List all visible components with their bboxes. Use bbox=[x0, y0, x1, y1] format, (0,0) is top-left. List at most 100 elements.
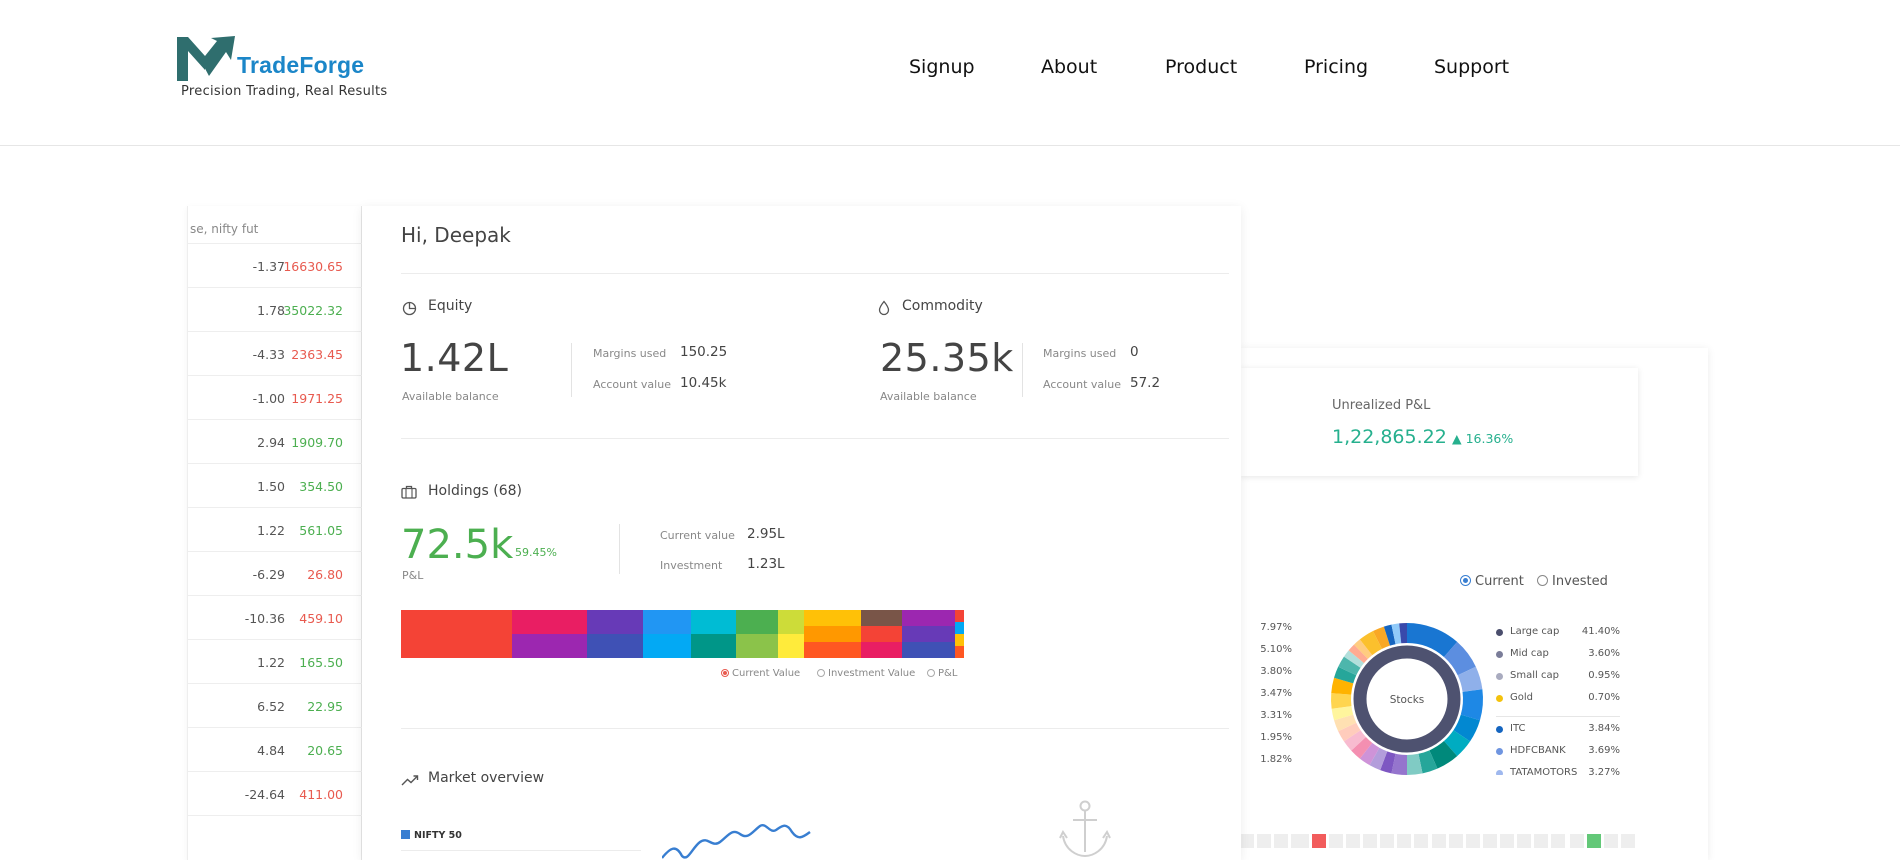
nifty-legend: NIFTY 50 bbox=[401, 830, 462, 841]
watchlist-price: 411.00 bbox=[299, 787, 343, 802]
legend-dot-icon bbox=[1496, 726, 1503, 733]
donut-segment bbox=[1383, 624, 1396, 646]
watchlist-price: 2363.45 bbox=[291, 347, 343, 362]
greeting: Hi, Deepak bbox=[401, 223, 511, 247]
radio-on-icon bbox=[721, 669, 729, 677]
divider bbox=[401, 438, 1229, 439]
watchlist-change: 4.84 bbox=[257, 743, 285, 758]
allocation-percent: 1.95% bbox=[1260, 732, 1292, 743]
equity-account-value: 10.45k bbox=[680, 375, 727, 391]
allocation-percent: 1.82% bbox=[1260, 754, 1292, 765]
heatmap-cell bbox=[1414, 834, 1428, 848]
heatmap-cell bbox=[1312, 834, 1326, 848]
watchlist-row[interactable]: 6.52 22.95 bbox=[188, 684, 363, 728]
allocation-percent: 3.47% bbox=[1260, 688, 1292, 699]
donut-segment bbox=[1369, 747, 1388, 771]
watchlist-panel: se, nifty fut -1.37 16630.65 1.78 35022.32-… bbox=[187, 206, 363, 860]
treemap-cell bbox=[955, 634, 964, 646]
watchlist-row[interactable]: -1.37 16630.65 bbox=[188, 244, 363, 288]
watchlist-price: 22.95 bbox=[307, 699, 343, 714]
donut-segment bbox=[1418, 750, 1438, 774]
holdings-current-value: 2.95L bbox=[747, 526, 785, 542]
heatmap-cell bbox=[1432, 834, 1446, 848]
treemap-cell bbox=[736, 634, 778, 658]
pie-chart-icon bbox=[402, 301, 417, 316]
donut-segment bbox=[1359, 631, 1383, 656]
toggle-invested[interactable]: Invested bbox=[1537, 574, 1608, 589]
legend-value: 3.27% bbox=[1588, 767, 1620, 775]
nav-product[interactable]: Product bbox=[1165, 56, 1237, 78]
allocation-percent: 7.97% bbox=[1260, 622, 1292, 633]
unrealized-pnl-percent: ▲ 16.36% bbox=[1452, 431, 1514, 446]
nav-about[interactable]: About bbox=[1041, 56, 1097, 78]
equity-account-label: Account value bbox=[593, 378, 671, 391]
droplet-icon bbox=[878, 300, 890, 316]
commodity-available-balance: 25.35k bbox=[880, 336, 1014, 380]
treemap-cell bbox=[778, 610, 804, 634]
watchlist-change: -1.37 bbox=[252, 259, 285, 274]
legend-name: Small cap bbox=[1510, 670, 1559, 681]
commodity-account-label: Account value bbox=[1043, 378, 1121, 391]
watchlist-change: -1.00 bbox=[252, 391, 285, 406]
legend-item-itc: ITC 3.84% bbox=[1496, 723, 1620, 745]
legend-item-large-cap: Large cap 41.40% bbox=[1496, 626, 1620, 648]
allocation-percent: 3.80% bbox=[1260, 666, 1292, 677]
watchlist-row[interactable]: 1.22 561.05 bbox=[188, 508, 363, 552]
treemap-cell bbox=[902, 626, 955, 642]
legend-item-hdfcbank: HDFCBANK 3.69% bbox=[1496, 745, 1620, 767]
watchlist-row[interactable]: 1.22 165.50 bbox=[188, 640, 363, 684]
watchlist-row[interactable]: 2.94 1909.70 bbox=[188, 420, 363, 464]
watchlist-price: 1909.70 bbox=[291, 435, 343, 450]
equity-available-balance: 1.42L bbox=[400, 336, 509, 380]
legend-investment-value[interactable]: Investment Value bbox=[817, 668, 915, 679]
watchlist-row[interactable]: 1.50 354.50 bbox=[188, 464, 363, 508]
legend-current-value[interactable]: Current Value bbox=[721, 668, 800, 679]
watchlist-row[interactable]: -24.64 411.00 bbox=[188, 772, 363, 816]
heatmap-cell bbox=[1274, 834, 1288, 848]
heatmap-cell bbox=[1240, 834, 1254, 848]
donut-segment bbox=[1391, 753, 1408, 775]
page: Unrealized P&L 1,22,865.22 ▲ 16.36% Curr… bbox=[0, 0, 1900, 860]
nav-pricing[interactable]: Pricing bbox=[1304, 56, 1368, 78]
watchlist-search-input[interactable]: se, nifty fut bbox=[188, 214, 363, 244]
treemap-cell bbox=[861, 610, 902, 626]
donut-segment bbox=[1406, 753, 1423, 775]
donut-segment bbox=[1334, 714, 1357, 732]
treemap-cell bbox=[955, 610, 964, 622]
heatmap-cell bbox=[1363, 834, 1377, 848]
treemap-cell bbox=[512, 610, 587, 634]
watchlist-price: 459.10 bbox=[299, 611, 343, 626]
equity-margins-label: Margins used bbox=[593, 347, 667, 360]
watchlist-row[interactable]: -6.29 26.80 bbox=[188, 552, 363, 596]
holdings-pnl-label: P&L bbox=[402, 569, 424, 582]
watchlist-row[interactable]: 4.84 20.65 bbox=[188, 728, 363, 772]
heatmap-cell bbox=[1570, 834, 1584, 848]
watchlist-row[interactable]: -4.33 2363.45 bbox=[188, 332, 363, 376]
watchlist-row[interactable]: 1.78 35022.32 bbox=[188, 288, 363, 332]
nav-support[interactable]: Support bbox=[1434, 56, 1509, 78]
watchlist-row[interactable]: -10.36 459.10 bbox=[188, 596, 363, 640]
heatmap-cell bbox=[1380, 834, 1394, 848]
treemap-cell bbox=[902, 610, 955, 626]
nav-signup[interactable]: Signup bbox=[909, 56, 975, 78]
legend-name: TATAMOTORS bbox=[1510, 767, 1578, 775]
legend-item-small-cap: Small cap 0.95% bbox=[1496, 670, 1620, 692]
legend-value: 3.84% bbox=[1588, 723, 1620, 734]
legend-name: Gold bbox=[1510, 692, 1533, 703]
radio-off-icon bbox=[927, 669, 935, 677]
heatmap-cell bbox=[1551, 834, 1565, 848]
briefcase-icon bbox=[401, 485, 417, 499]
watchlist-change: 1.50 bbox=[257, 479, 285, 494]
watchlist-row[interactable]: -1.00 1971.25 bbox=[188, 376, 363, 420]
heatmap-cell bbox=[1517, 834, 1531, 848]
legend-dot-icon bbox=[1496, 673, 1503, 680]
donut-segment bbox=[1343, 650, 1365, 668]
treemap-cell bbox=[902, 642, 955, 658]
legend-pnl[interactable]: P&L bbox=[927, 668, 957, 679]
holdings-current-label: Current value bbox=[660, 529, 735, 542]
toggle-current[interactable]: Current bbox=[1460, 574, 1524, 589]
watchlist-change: -10.36 bbox=[244, 611, 285, 626]
watchlist-change: -24.64 bbox=[244, 787, 285, 802]
holdings-pnl-percent: 59.45% bbox=[515, 546, 557, 559]
anchor-icon bbox=[1059, 800, 1111, 858]
